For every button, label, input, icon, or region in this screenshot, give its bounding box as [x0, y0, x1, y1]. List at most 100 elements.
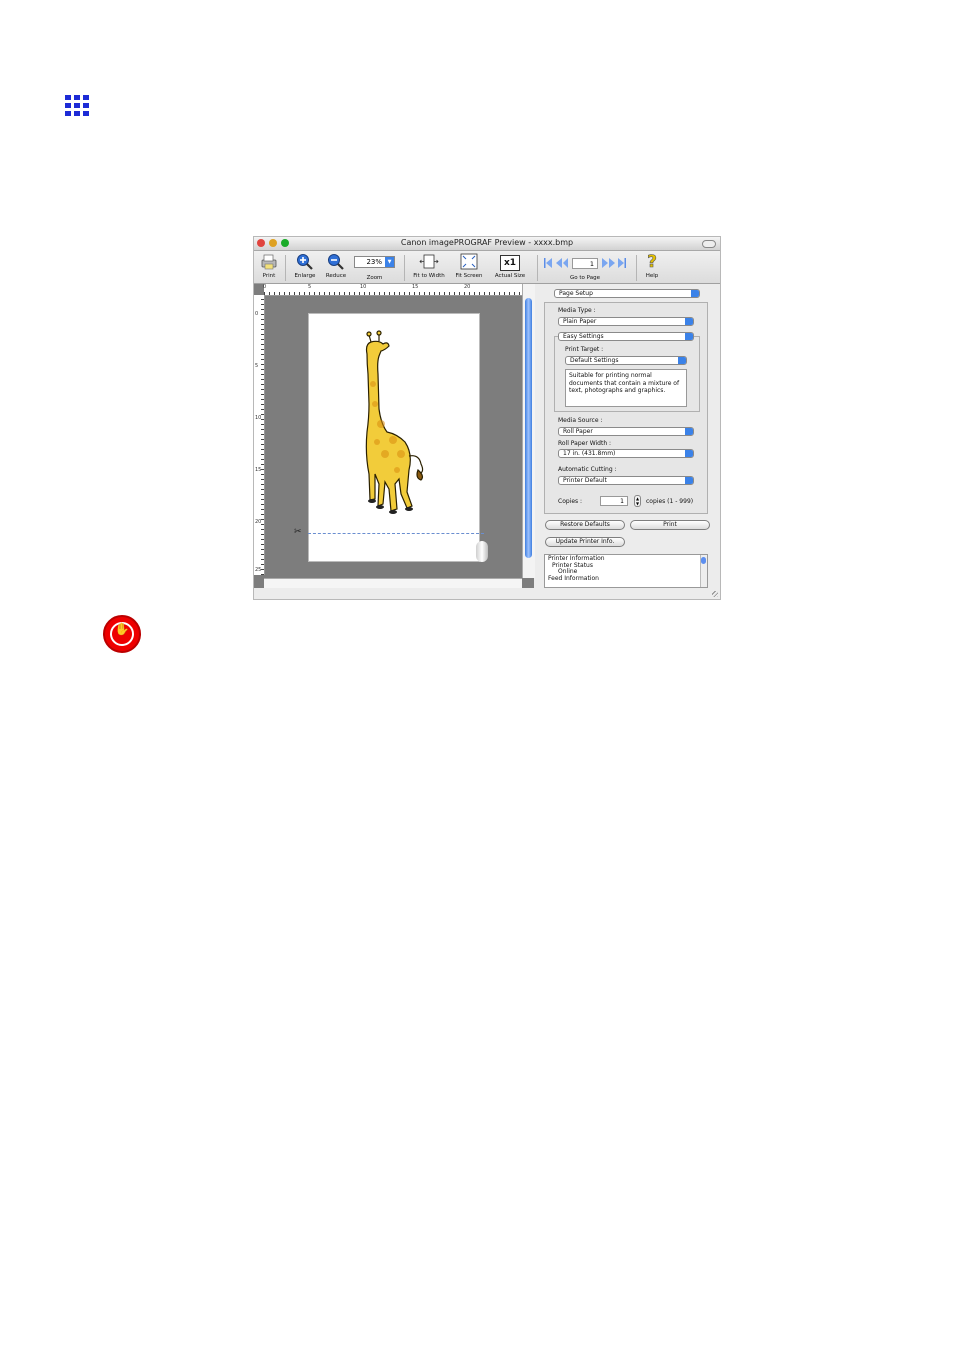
zoom-out-icon	[326, 253, 346, 271]
goto-page-label: Go to Page	[570, 275, 600, 281]
ruler-tick-label: 20	[464, 284, 471, 290]
ruler-tick-label: 0	[263, 284, 267, 290]
print-target-label: Print Target :	[565, 346, 604, 353]
toolbar-separator	[285, 255, 286, 281]
chevron-updown-icon	[678, 357, 686, 364]
scissors-icon: ✂	[294, 527, 302, 537]
stop-hand-icon: ✋	[103, 615, 141, 653]
chevron-updown-icon	[691, 290, 699, 297]
print-toolbar-button[interactable]: Print	[257, 253, 281, 279]
ruler-tick-label: 25	[255, 567, 262, 573]
actual-size-button[interactable]: x1 Actual Size	[490, 253, 530, 279]
giraffe-image	[365, 330, 424, 514]
roll-width-value: 17 in. (431.8mm)	[563, 450, 616, 457]
ruler-tick-label: 10	[255, 415, 262, 421]
copies-stepper[interactable]: ▲ ▼	[634, 495, 641, 507]
update-printer-info-button[interactable]: Update Printer Info.	[545, 537, 625, 547]
info-scrollbar[interactable]	[700, 555, 707, 587]
fit-width-button[interactable]: Fit to Width	[408, 253, 450, 279]
ruler-tick-label: 10	[360, 284, 367, 290]
fit-width-icon	[419, 253, 439, 271]
toolbar-separator	[636, 255, 637, 281]
zoom-combo[interactable]: 23% ▼	[354, 256, 395, 268]
ruler-tick-label: 15	[255, 467, 262, 473]
media-type-select[interactable]: Plain Paper	[558, 317, 694, 326]
chevron-updown-icon	[685, 450, 693, 457]
preview-footer	[254, 588, 534, 599]
horizontal-ruler: 0 5 10 15 20	[263, 284, 522, 296]
copies-input[interactable]: 1	[600, 496, 628, 506]
easy-settings-select[interactable]: Easy Settings	[558, 332, 694, 341]
fit-screen-icon	[459, 253, 479, 271]
reduce-button[interactable]: Reduce	[321, 253, 351, 279]
toolbar-toggle-button[interactable]	[702, 240, 716, 248]
roll-width-select[interactable]: 17 in. (431.8mm)	[558, 449, 694, 458]
zoom-in-icon	[295, 253, 315, 271]
info-scroll-thumb[interactable]	[701, 557, 706, 564]
title-bar: Canon imagePROGRAF Preview - xxxx.bmp	[254, 237, 720, 251]
info-line: Feed Information	[548, 574, 599, 582]
preview-area[interactable]: 0 5 10 15 20 0 5 10 15 20 25 ✂	[254, 284, 535, 599]
goto-page-label-wrap: Go to Page	[559, 275, 611, 281]
chevron-updown-icon	[685, 333, 693, 340]
hand-glyph: ✋	[114, 622, 130, 636]
roll-width-label: Roll Paper Width :	[558, 440, 612, 447]
media-source-select[interactable]: Roll Paper	[558, 427, 694, 436]
page-number-input[interactable]: 1	[572, 258, 598, 269]
ruler-tick-label: 20	[255, 519, 262, 525]
vertical-scrollbar[interactable]	[522, 284, 535, 578]
help-button[interactable]: ? Help	[640, 253, 664, 279]
printer-icon	[259, 253, 279, 271]
fit-width-label: Fit to Width	[413, 273, 445, 279]
mode-select-value: Page Setup	[559, 290, 593, 297]
easy-settings-value: Easy Settings	[563, 333, 604, 340]
chevron-updown-icon	[685, 428, 693, 435]
ruler-tick-label: 5	[255, 363, 259, 369]
enlarge-label: Enlarge	[294, 273, 316, 279]
media-type-label: Media Type :	[558, 307, 596, 314]
media-type-value: Plain Paper	[563, 318, 597, 325]
settings-panel: Page Setup Media Type : Plain Paper Easy…	[538, 284, 720, 599]
print-target-select[interactable]: Default Settings	[565, 356, 687, 365]
actual-size-icon: x1	[500, 255, 520, 271]
auto-cut-value: Printer Default	[563, 477, 607, 484]
fit-screen-button[interactable]: Fit Screen	[451, 253, 487, 279]
restore-defaults-button[interactable]: Restore Defaults	[545, 520, 625, 530]
help-icon: ?	[647, 252, 657, 272]
chevron-updown-icon	[685, 477, 693, 484]
vertical-scroll-thumb[interactable]	[525, 298, 532, 558]
preview-window: Canon imagePROGRAF Preview - xxxx.bmp Pr…	[253, 236, 721, 600]
ruler-tick-label: 0	[255, 311, 259, 317]
grid-bullet-icon	[65, 95, 89, 117]
paper-roll-icon	[476, 541, 488, 562]
printer-info-list[interactable]: Printer Information Printer Status Onlin…	[544, 554, 708, 588]
description-text: Suitable for printing normal documents t…	[565, 369, 687, 407]
vertical-ruler: 0 5 10 15 20 25	[254, 295, 265, 575]
ruler-tick-label: 15	[412, 284, 419, 290]
toolbar-separator	[537, 255, 538, 281]
print-target-value: Default Settings	[570, 357, 619, 364]
actual-size-label: Actual Size	[494, 273, 526, 279]
resize-grip-icon[interactable]	[712, 591, 718, 597]
paper-preview	[308, 313, 480, 562]
window-title: Canon imagePROGRAF Preview - xxxx.bmp	[400, 238, 574, 247]
toolbar: Print Enlarge Reduce 23% ▼ Zoom Fit to W…	[254, 251, 720, 284]
media-source-value: Roll Paper	[563, 428, 593, 435]
fit-screen-label: Fit Screen	[455, 273, 483, 279]
auto-cut-label: Automatic Cutting :	[558, 466, 617, 473]
cut-line	[308, 533, 484, 534]
enlarge-button[interactable]: Enlarge	[290, 253, 320, 279]
print-button[interactable]: Print	[630, 520, 710, 530]
print-toolbar-label: Print	[262, 273, 276, 279]
auto-cut-select[interactable]: Printer Default	[558, 476, 694, 485]
copies-label: Copies :	[558, 498, 583, 505]
copies-range: copies (1 - 999)	[646, 498, 694, 505]
mode-select[interactable]: Page Setup	[554, 289, 700, 298]
page-back-buttons	[542, 253, 570, 272]
page-forward-buttons	[600, 253, 628, 272]
zoom-label-wrap: Zoom	[354, 275, 395, 281]
media-source-label: Media Source :	[558, 417, 603, 424]
ruler-tick-label: 5	[308, 284, 312, 290]
chevron-down-icon[interactable]: ▼	[385, 257, 394, 267]
zoom-label: Zoom	[366, 275, 383, 281]
